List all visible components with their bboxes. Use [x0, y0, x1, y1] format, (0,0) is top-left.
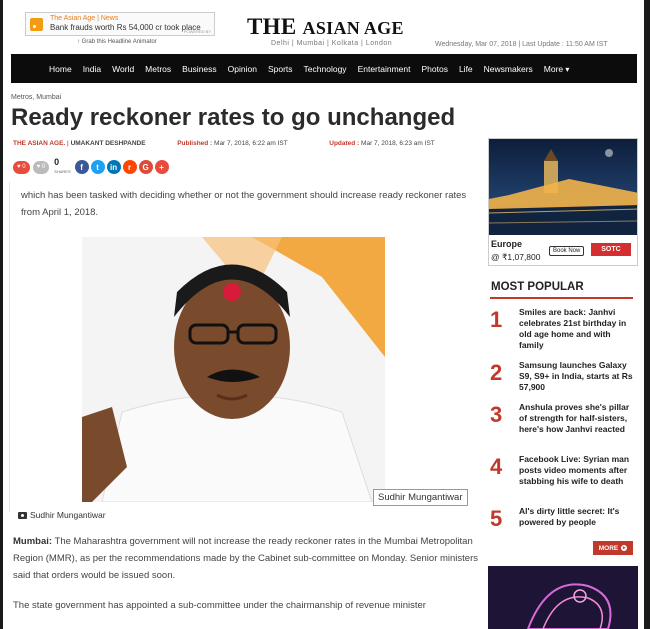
article-paragraph-2: The state government has appointed a sub… [13, 600, 426, 611]
lead-paragraph: which has been tasked with deciding whet… [21, 190, 467, 218]
ticker-headline[interactable]: Bank frauds worth Rs 54,000 cr took plac… [50, 23, 201, 32]
most-popular-link[interactable]: Anshula proves she's pillar of strength … [519, 402, 635, 435]
byline: THE ASIAN AGE. | UMAKANT DESHPANDE Publi… [13, 140, 435, 147]
ad-destination: Europe [491, 239, 523, 249]
nav-india[interactable]: India [83, 64, 101, 74]
published-time: Mar 7, 2018, 6:22 am IST [214, 140, 288, 147]
updated-label: Updated : [329, 140, 360, 147]
most-popular-link[interactable]: Smiles are back: Janhvi celebrates 21st … [519, 307, 635, 351]
dislike-button[interactable]: ♥ 0 [32, 160, 50, 174]
nav-opinion[interactable]: Opinion [228, 64, 257, 74]
rss-icon [30, 18, 43, 31]
travel-ad[interactable]: Europe @ ₹1,07,800 Book Now SOTC [488, 138, 638, 266]
byline-source[interactable]: THE ASIAN AGE. [13, 140, 65, 147]
facebook-icon[interactable]: f [74, 160, 89, 174]
headline-animator[interactable]: The Asian Age | News Bank frauds worth R… [25, 12, 215, 36]
sidebar-ad-bottom[interactable] [488, 566, 638, 629]
portrait-illustration [82, 237, 385, 502]
main-nav: Home India World Metros Business Opinion… [11, 54, 637, 83]
breadcrumb[interactable]: Metros, Mumbai [11, 94, 61, 101]
page: The Asian Age | News Bank frauds worth R… [3, 0, 644, 629]
nav-life[interactable]: Life [459, 64, 473, 74]
add-share-icon[interactable]: + [154, 160, 169, 174]
nav-newsmakers[interactable]: Newsmakers [484, 64, 533, 74]
updated-time: Mar 7, 2018, 6:23 am IST [361, 140, 435, 147]
most-popular-link[interactable]: Facebook Live: Syrian man posts video mo… [519, 454, 635, 487]
ad-price: @ ₹1,07,800 [491, 252, 541, 262]
edition-cities: Delhi | Mumbai | Kolkata | London [271, 40, 393, 47]
photo-tooltip: Sudhir Mungantiwar [373, 489, 468, 506]
nav-entertainment[interactable]: Entertainment [358, 64, 411, 74]
reddit-icon[interactable]: r [122, 160, 137, 174]
photo-caption: Sudhir Mungantiwar [18, 510, 106, 520]
most-popular-link[interactable]: Al's dirty little secret: It's powered b… [519, 506, 635, 528]
ticker-powered: POWERED BY [183, 29, 211, 34]
nav-business[interactable]: Business [182, 64, 217, 74]
article-paragraph-1: Mumbai: The Maharashtra government will … [13, 536, 478, 581]
nav-metros[interactable]: Metros [145, 64, 171, 74]
arrow-circle-icon: ▸ [621, 545, 628, 551]
google-plus-icon[interactable]: G [138, 160, 153, 174]
ad-scene [489, 139, 637, 235]
nav-home[interactable]: Home [49, 64, 72, 74]
nav-world[interactable]: World [112, 64, 134, 74]
linkedin-icon[interactable]: in [106, 160, 121, 174]
nav-technology[interactable]: Technology [304, 64, 347, 74]
published-label: Published : [177, 140, 213, 147]
nav-more[interactable]: More [544, 64, 570, 74]
article-title: Ready reckoner rates to go unchanged [11, 104, 456, 131]
rank-number: 4 [490, 454, 503, 479]
ad-book-button[interactable]: Book Now [549, 246, 585, 256]
share-count: 0 SHARES [54, 157, 71, 175]
byline-author[interactable]: UMAKANT DESHPANDE [71, 140, 146, 147]
camera-icon [18, 512, 27, 520]
dateline: Wednesday, Mar 07, 2018 | Last Update : … [435, 41, 608, 48]
ad-graphic [526, 583, 612, 629]
most-popular-title: MOST POPULAR [491, 281, 584, 293]
more-button[interactable]: MORE ▸ [593, 541, 633, 555]
column-divider [9, 182, 10, 512]
most-popular-link[interactable]: Samsung launches Galaxy S9, S9+ in India… [519, 360, 635, 393]
rank-number: 2 [490, 360, 503, 385]
ticker-source: The Asian Age | News [50, 15, 119, 22]
most-popular-rule [490, 297, 633, 299]
share-bar: ♥ 0 ♥ 0 0 SHARES f t in r G + [13, 158, 171, 176]
like-button[interactable]: ♥ 0 [13, 160, 30, 174]
nav-sports[interactable]: Sports [268, 64, 293, 74]
site-logo[interactable]: THE ASIAN AGE [247, 14, 404, 40]
grab-animator-link[interactable]: ↑ Grab this Headline Animator [77, 39, 157, 45]
rank-number: 3 [490, 402, 503, 427]
rank-number: 5 [490, 506, 503, 531]
ad-brand-logo: SOTC [591, 243, 631, 256]
nav-photos[interactable]: Photos [421, 64, 447, 74]
article-photo[interactable] [82, 237, 385, 502]
twitter-icon[interactable]: t [90, 160, 105, 174]
rank-number: 1 [490, 307, 503, 332]
